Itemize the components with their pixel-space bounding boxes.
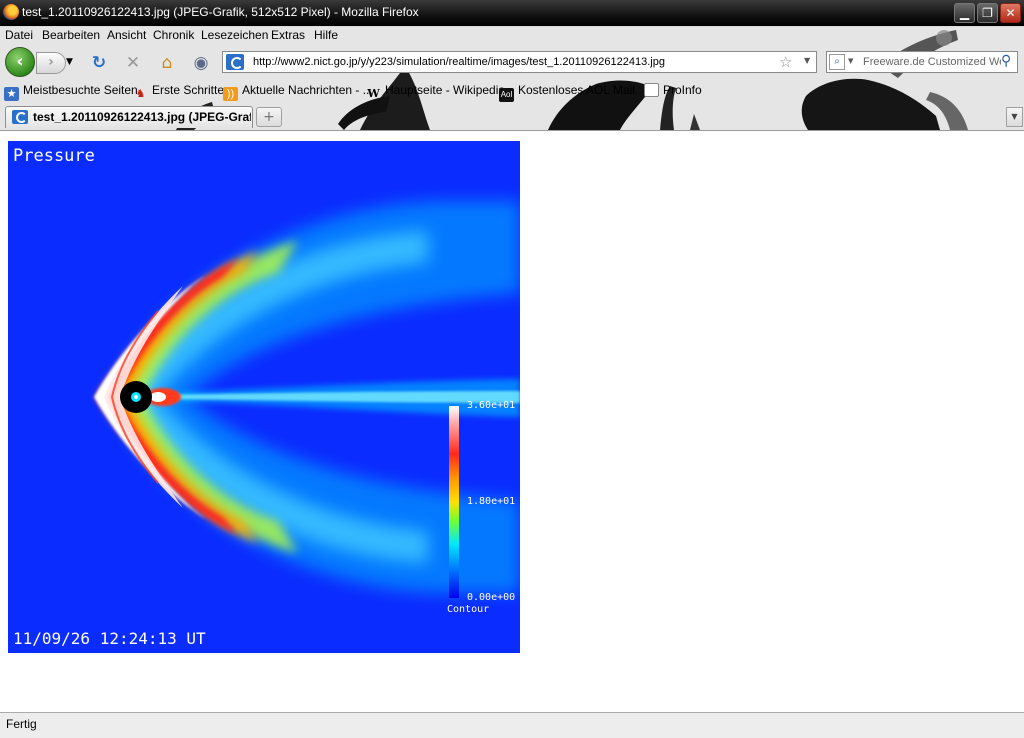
back-icon[interactable]: ‹ [5,47,35,77]
navigation-toolbar: ‹ › ▼ ↻ ✕ ⌂ ◉ http://www2.nict.go.jp/y/y… [0,46,1024,78]
rss-icon: )) [223,87,238,101]
menu-hilfe[interactable]: Hilfe [314,28,338,42]
page-content: Pressure 3.60e+01 1.80e+01 0.00e+00 Cont… [0,130,1024,712]
bookmark-meistbesuchte-seiten[interactable]: ★ Meistbesuchte Seiten [4,83,138,101]
colorbar-max-label: 3.60e+01 [467,400,516,411]
firefox-icon: ♞ [135,88,146,100]
magnetosphere-pressure-render [94,201,520,593]
menu-ansicht[interactable]: Ansicht [107,28,146,42]
tab-active[interactable]: test_1.20110926122413.jpg (JPEG-Grafik, … [5,106,253,128]
search-engine-dropdown-icon[interactable]: ▼ [848,57,853,65]
status-text: Fertig [6,717,37,731]
privacy-eye-icon[interactable]: ◉ [190,52,212,74]
close-button[interactable]: ✕ [1000,3,1021,23]
window-titlebar: test_1.20110926122413.jpg (JPEG-Grafik, … [0,0,1024,26]
simulation-timestamp: 11/09/26 12:24:13 UT [13,629,206,648]
url-bar[interactable]: http://www2.nict.go.jp/y/y223/simulation… [222,51,817,73]
bookmark-proinfo[interactable]: ProInfo [644,83,702,99]
pressure-simulation-image: Pressure 3.60e+01 1.80e+01 0.00e+00 Cont… [8,141,520,653]
stop-icon[interactable]: ✕ [122,52,144,74]
window-title: test_1.20110926122413.jpg (JPEG-Grafik, … [22,5,419,19]
forward-icon[interactable]: › [36,52,66,74]
site-favicon-icon [226,54,244,70]
aol-icon: Aol [499,88,514,102]
home-icon[interactable]: ⌂ [156,52,178,74]
new-tab-button[interactable]: + [256,107,282,127]
search-icon[interactable]: ⚲ [1001,53,1011,69]
restore-button[interactable]: ❐ [977,3,998,23]
colorbar [449,406,459,598]
bookmark-star-icon[interactable]: ☆ [779,53,792,71]
menu-lesezeichen[interactable]: Lesezeichen [201,28,268,42]
browser-chrome: Datei Bearbeiten Ansicht Chronik Lesezei… [0,26,1024,130]
firefox-logo-icon [3,4,19,20]
menu-extras[interactable]: Extras [271,28,305,42]
colorbar-min-label: 0.00e+00 [467,592,516,603]
search-engine-icon[interactable]: ⌕ [829,54,845,70]
url-text[interactable]: http://www2.nict.go.jp/y/y223/simulation… [253,56,665,68]
status-bar: Fertig [0,712,1024,738]
tab-bar: test_1.20110926122413.jpg (JPEG-Grafik, … [0,104,1024,130]
url-dropdown-icon[interactable]: ▼ [804,56,810,65]
menu-datei[interactable]: Datei [5,28,33,42]
reload-icon[interactable]: ↻ [88,52,110,74]
list-all-tabs-button[interactable]: ▼ [1006,107,1023,127]
colorbar-mid-label: 1.80e+01 [467,496,516,507]
search-input[interactable]: Freeware.de Customized We [863,56,1001,68]
wikipedia-icon: W [367,87,380,100]
menu-chronik[interactable]: Chronik [153,28,194,42]
menu-bearbeiten[interactable]: Bearbeiten [42,28,100,42]
bookmark-erste-schritte[interactable]: ♞ Erste Schritte [133,83,224,100]
bookmark-aol-mail[interactable]: Aol Kostenloses AOL Mail [499,83,635,102]
history-dropdown-icon[interactable]: ▼ [66,57,73,67]
tab-label: test_1.20110926122413.jpg (JPEG-Grafik, … [33,110,251,124]
minimize-button[interactable]: ▁ [954,3,975,23]
plot-title: Pressure [13,146,95,166]
search-bar[interactable]: ⌕ ▼ Freeware.de Customized We ⚲ [826,51,1018,73]
page-icon [644,83,659,97]
bookmarks-toolbar: ★ Meistbesuchte Seiten ♞ Erste Schritte ))… [0,80,1024,102]
tab-favicon-icon [12,110,28,124]
bookmark-wikipedia[interactable]: W Hauptseite - Wikipedia [366,83,505,100]
colorbar-label: Contour [447,604,490,615]
bookmark-aktuelle-nachrichten[interactable]: )) Aktuelle Nachrichten - ... [223,83,373,101]
folder-icon: ★ [4,87,19,101]
